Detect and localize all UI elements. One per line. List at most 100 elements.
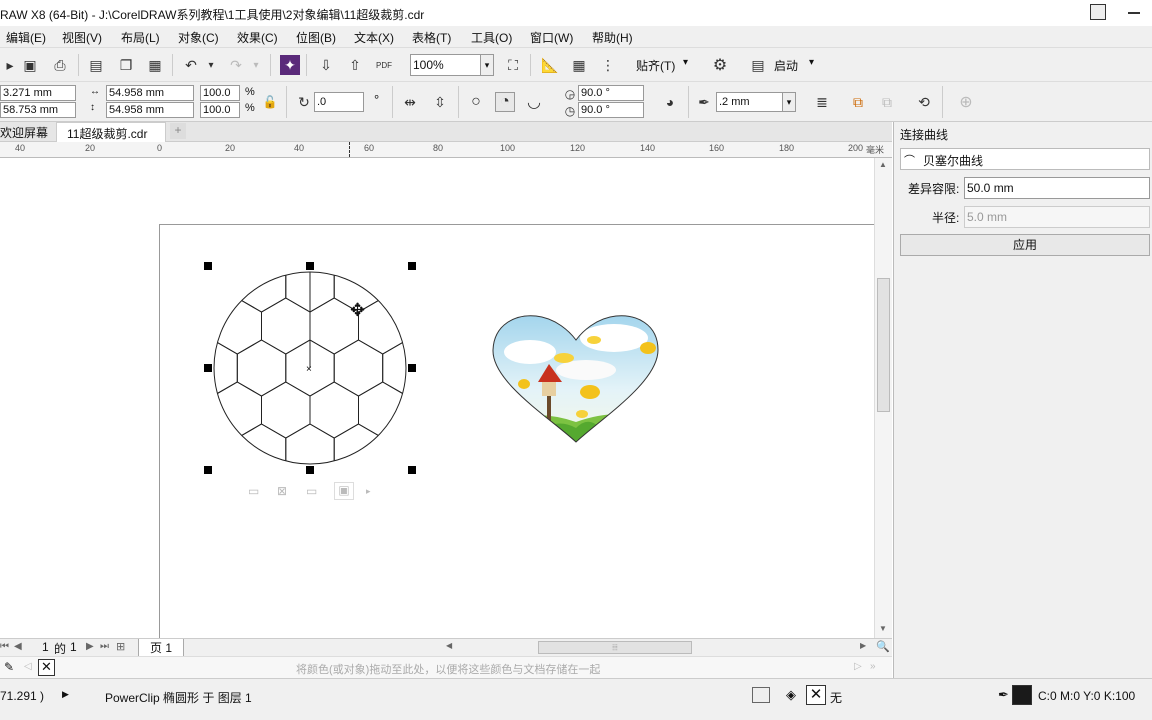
fill-none-swatch[interactable]: ✕ (806, 685, 826, 705)
minimize-icon[interactable] (1128, 12, 1140, 14)
eyedropper-icon[interactable]: ✎ (4, 660, 14, 674)
snap-to-dropdown[interactable]: 贴齐(T) (636, 57, 675, 74)
selection-handle[interactable] (408, 364, 416, 372)
scroll-down-icon[interactable]: ▼ (879, 624, 887, 633)
convert-to-curves-icon[interactable]: ⟲ (914, 92, 934, 112)
height-field[interactable]: 54.958 mm (106, 102, 194, 118)
undo-icon[interactable]: ↶ (181, 55, 201, 75)
outline-width-dropdown-icon[interactable]: ▾ (782, 93, 795, 111)
y-position-field[interactable]: 58.753 mm (0, 102, 76, 118)
status-expand-icon[interactable]: ▶ (62, 689, 69, 700)
rotation-angle-field[interactable]: .0 (314, 92, 364, 112)
menu-layout[interactable]: 布局(L) (121, 29, 160, 46)
apply-button[interactable]: 应用 (900, 234, 1150, 256)
x-position-field[interactable]: 3.271 mm (0, 85, 76, 101)
selection-handle[interactable] (204, 364, 212, 372)
extract-contents-icon[interactable]: ▭ (306, 484, 317, 498)
scroll-left-icon[interactable]: ◀ (446, 641, 452, 650)
show-guidelines-icon[interactable]: ⋮ (598, 55, 618, 75)
more-options-icon[interactable]: ▸ (366, 486, 371, 497)
end-angle-field[interactable]: 90.0 ° (578, 102, 644, 118)
last-page-icon[interactable]: ⏭ (100, 641, 109, 652)
start-angle-field[interactable]: 90.0 ° (578, 85, 644, 101)
palette-more-icon[interactable]: » (870, 661, 876, 672)
import-icon[interactable]: ⇩ (316, 55, 336, 75)
tolerance-field[interactable]: 50.0 mm (964, 177, 1150, 199)
text-wrap-icon[interactable]: ≣ (812, 92, 832, 112)
copy-icon[interactable]: ❐ (116, 55, 136, 75)
show-rulers-icon[interactable]: 📐 (540, 55, 560, 75)
show-grid-icon[interactable]: ▦ (569, 55, 589, 75)
scale-x-field[interactable]: 100.0 (200, 85, 240, 101)
palette-right-icon[interactable]: ▷ (854, 661, 862, 672)
mirror-vertical-icon[interactable]: ⇳ (430, 92, 450, 112)
arc-icon[interactable]: ◡ (524, 92, 544, 112)
launch-dropdown[interactable]: 启动 (774, 57, 798, 74)
full-screen-icon[interactable]: ⛶ (503, 55, 523, 75)
export-icon[interactable]: ⇧ (345, 55, 365, 75)
selection-handle[interactable] (306, 466, 314, 474)
cut-icon[interactable]: ▤ (86, 55, 106, 75)
tab-welcome[interactable]: 欢迎屏幕 (0, 124, 48, 141)
menu-bitmaps[interactable]: 位图(B) (296, 29, 336, 46)
tab-document[interactable]: 11超级裁剪.cdr (56, 122, 166, 142)
horizontal-scroll-thumb[interactable]: ⦙⦙⦙ (538, 641, 692, 654)
color-proof-icon[interactable] (752, 687, 770, 703)
redo-dropdown-icon[interactable]: ▾ (246, 55, 266, 75)
lock-ratio-icon[interactable]: 🔓 (260, 92, 280, 112)
vertical-scrollbar[interactable]: ▲ ▼ (874, 158, 892, 638)
palette-left-icon[interactable]: ◁ (24, 661, 32, 672)
radius-field[interactable]: 5.0 mm (964, 206, 1150, 228)
snap-chevron-icon[interactable]: ▾ (683, 57, 688, 68)
scroll-right-icon[interactable]: ▶ (860, 641, 866, 650)
outline-color-swatch[interactable] (1012, 685, 1032, 705)
zoom-dropdown-icon[interactable]: ▾ (480, 55, 493, 75)
no-color-swatch[interactable]: ✕ (38, 659, 55, 676)
launch-chevron-icon[interactable]: ▾ (809, 57, 814, 68)
lock-contents-icon[interactable]: ▣ (334, 482, 354, 500)
selection-handle[interactable] (408, 466, 416, 474)
publish-pdf-icon[interactable]: PDF (374, 55, 394, 75)
add-page-icon[interactable]: ⊞ (116, 640, 125, 653)
add-icon[interactable]: ⊕ (956, 92, 976, 112)
next-page-icon[interactable]: ▶ (86, 641, 94, 652)
curve-mode-select[interactable]: ⌒ 贝塞尔曲线 (900, 148, 1150, 170)
open-icon[interactable]: ▸ (0, 55, 20, 75)
selection-handle[interactable] (306, 262, 314, 270)
to-back-icon[interactable]: ⧉ (877, 92, 897, 112)
edit-powerclip-icon[interactable]: ▭ (248, 484, 259, 498)
menu-effects[interactable]: 效果(C) (237, 29, 278, 46)
scroll-up-icon[interactable]: ▲ (879, 160, 887, 169)
redo-icon[interactable]: ↷ (226, 55, 246, 75)
zoom-navigator-icon[interactable]: 🔍 (876, 640, 890, 653)
width-field[interactable]: 54.958 mm (106, 85, 194, 101)
mirror-horizontal-icon[interactable]: ⇹ (400, 92, 420, 112)
ellipse-icon[interactable]: ○ (466, 92, 486, 112)
save-icon[interactable]: ▣ (20, 55, 40, 75)
prev-page-icon[interactable]: ◀ (14, 641, 22, 652)
menu-table[interactable]: 表格(T) (412, 29, 451, 46)
scale-y-field[interactable]: 100.0 (200, 102, 240, 118)
menu-help[interactable]: 帮助(H) (592, 29, 633, 46)
print-icon[interactable]: ⎙ (50, 55, 70, 75)
menu-view[interactable]: 视图(V) (62, 29, 102, 46)
pie-icon[interactable]: ◔ (495, 92, 515, 112)
new-tab-plus-icon[interactable]: + (170, 123, 186, 139)
vertical-scroll-thumb[interactable] (877, 278, 890, 412)
selection-handle[interactable] (204, 466, 212, 474)
undo-dropdown-icon[interactable]: ▾ (201, 55, 221, 75)
search-content-icon[interactable]: ✦ (280, 55, 300, 75)
to-front-icon[interactable]: ⧉ (848, 92, 868, 112)
menu-window[interactable]: 窗口(W) (530, 29, 573, 46)
first-page-icon[interactable]: ⏮ (0, 641, 9, 652)
powerclip-ellipse[interactable]: × (200, 258, 420, 478)
heart-picture[interactable] (490, 310, 662, 444)
page-1-tab[interactable]: 页 1 (138, 639, 184, 657)
menu-edit[interactable]: 编辑(E) (6, 29, 46, 46)
select-contents-icon[interactable]: ⊠ (277, 484, 287, 498)
options-gear-icon[interactable]: ⚙ (710, 55, 730, 75)
drawing-canvas[interactable]: × ✥ ▭ ⊠ ▭ ▣ ▸ (0, 158, 879, 644)
paste-icon[interactable]: ▦ (145, 55, 165, 75)
selection-handle[interactable] (204, 262, 212, 270)
selection-handle[interactable] (408, 262, 416, 270)
